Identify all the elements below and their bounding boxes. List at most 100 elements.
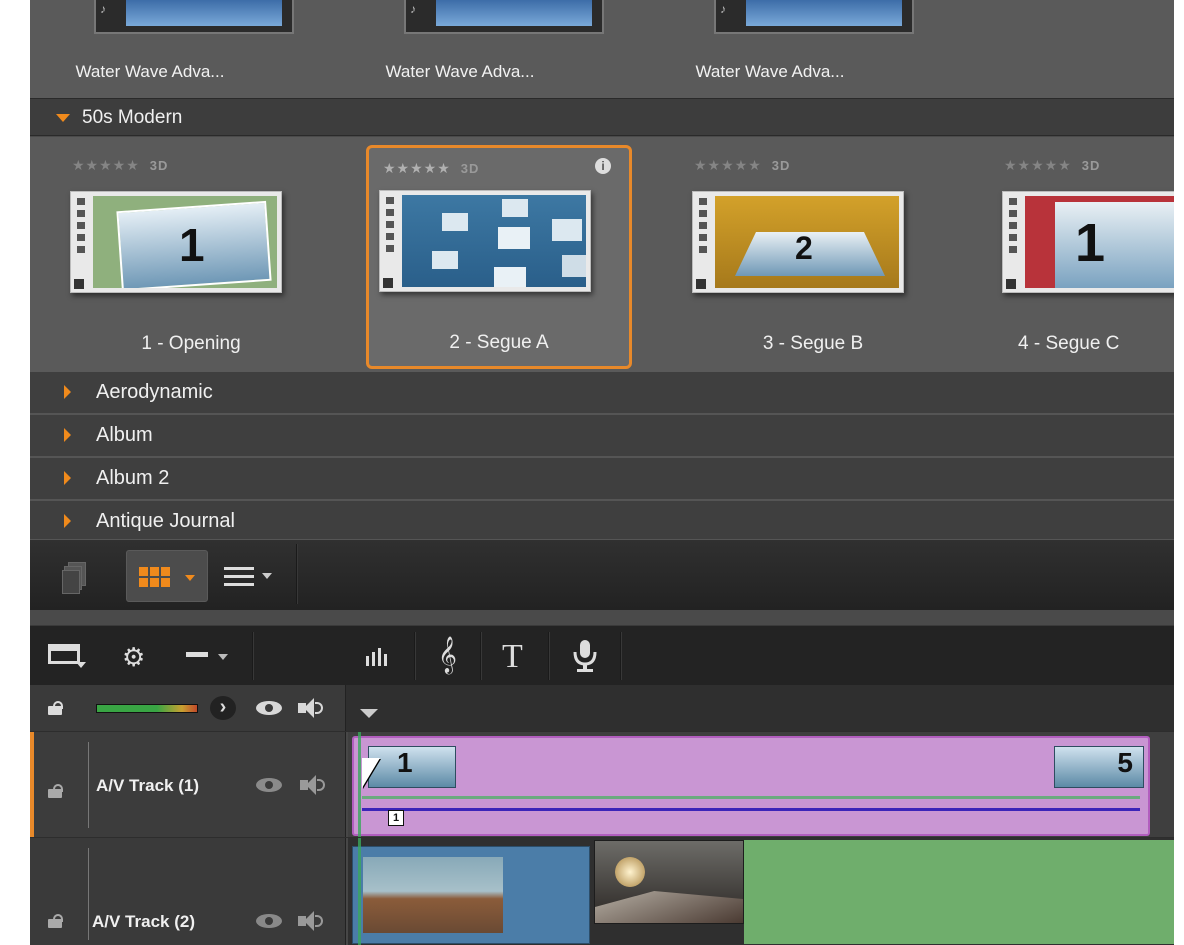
star-rating[interactable]: ★★★★★ 3D: [694, 157, 790, 174]
timeline-toolbar: ⚙ 𝄞 T: [30, 625, 1174, 685]
star-rating[interactable]: ★★★★★ 3D: [383, 160, 479, 177]
theme-clip[interactable]: 1 5 1: [352, 736, 1150, 836]
library-item[interactable]: ♪ Water Wave Adva...: [50, 0, 294, 98]
theme-number: 2: [795, 230, 813, 266]
library-item-label: Water Wave Adva...: [385, 62, 535, 81]
category-label: Album: [96, 424, 153, 446]
theme-thumbnail: [379, 190, 591, 292]
library-item-label: Water Wave Adva...: [75, 62, 225, 81]
library-top-row: ♪ Water Wave Adva... ♪ Water Wave Adva..…: [30, 0, 1174, 98]
video-clip-sunset[interactable]: [594, 840, 744, 924]
lock-icon[interactable]: [48, 701, 64, 715]
category-row-album-2[interactable]: Album 2: [30, 458, 1174, 501]
edit-mode-button[interactable]: [180, 632, 240, 678]
track-name: A/V Track (2): [92, 912, 195, 931]
eye-icon[interactable]: [256, 914, 282, 928]
info-icon[interactable]: i: [595, 158, 611, 174]
text-icon: T: [502, 638, 523, 675]
track-av-1: A/V Track (1) 1 5 1: [30, 731, 1174, 837]
filmstrip-icon: [1003, 192, 1023, 292]
thumbnail-view-button[interactable]: [126, 550, 208, 602]
clip-marker[interactable]: 1: [388, 810, 404, 826]
ripple-icon: [186, 652, 208, 657]
music-button[interactable]: 𝄞: [430, 632, 470, 678]
speaker-icon[interactable]: [298, 911, 324, 931]
volume-meter: [96, 704, 198, 713]
eye-icon[interactable]: [256, 701, 282, 715]
category-row-album[interactable]: Album: [30, 415, 1174, 458]
stack-icon[interactable]: [62, 562, 86, 594]
lock-icon[interactable]: [48, 784, 64, 798]
speaker-icon[interactable]: [300, 775, 326, 795]
eye-icon[interactable]: [256, 778, 282, 792]
chevron-right-icon[interactable]: ›: [210, 696, 236, 720]
filmstrip-icon: [380, 191, 400, 291]
track-header[interactable]: A/V Track (1): [30, 732, 346, 837]
lock-icon[interactable]: [48, 914, 64, 928]
category-header-50s-modern[interactable]: 50s Modern: [30, 98, 1174, 136]
theme-number: 1: [1075, 213, 1106, 273]
library-item-thumbnail: ♪: [94, 0, 294, 34]
chevron-down-icon: [76, 662, 86, 668]
settings-button[interactable]: ⚙: [120, 632, 160, 678]
track-layout-button[interactable]: [46, 632, 90, 678]
theme-item-opening[interactable]: ★★★★★ 3D 1 1 - Opening: [58, 145, 324, 369]
category-row-aerodynamic[interactable]: Aerodynamic: [30, 372, 1174, 415]
chevron-down-icon: [262, 573, 272, 579]
title-button[interactable]: T: [496, 632, 536, 678]
category-label: Album 2: [96, 467, 170, 489]
theme-label: 1 - Opening: [141, 333, 241, 354]
star-rating[interactable]: ★★★★★ 3D: [72, 157, 168, 174]
library-item[interactable]: ♪ Water Wave Adva...: [360, 0, 604, 98]
playhead-handle[interactable]: [360, 709, 378, 718]
speaker-icon[interactable]: [298, 698, 324, 718]
expand-arrow-icon[interactable]: [64, 471, 71, 485]
track-content: 1 5 1: [348, 732, 1174, 837]
track-content: [348, 838, 1174, 945]
audio-mixer-button[interactable]: [360, 632, 400, 678]
theme-item-segue-b[interactable]: ★★★★★ 3D 2 3 - Segue B: [680, 145, 946, 369]
library-item-label: Water Wave Adva...: [695, 62, 845, 81]
voiceover-button[interactable]: [566, 632, 606, 678]
star-rating[interactable]: ★★★★★ 3D: [1004, 157, 1100, 174]
library-item-thumbnail: ♪: [404, 0, 604, 34]
expand-arrow-icon[interactable]: [64, 428, 71, 442]
mouse-cursor-icon: [362, 758, 380, 788]
grid-view-icon: [139, 567, 171, 587]
library-item[interactable]: ♪ Water Wave Adva...: [670, 0, 914, 98]
category-label: Aerodynamic: [96, 381, 213, 403]
theme-item-segue-a[interactable]: ★★★★★ 3D i 2 - Segue A: [366, 145, 632, 369]
category-row-antique-journal[interactable]: Antique Journal: [30, 501, 1174, 541]
3d-badge: 3D: [771, 158, 791, 173]
library-view-toolbar: [30, 540, 1174, 610]
master-track-controls: ›: [30, 685, 346, 731]
audio-mixer-icon: [366, 648, 387, 666]
filmstrip-icon: [71, 192, 91, 292]
collapse-arrow-icon[interactable]: [56, 114, 70, 122]
theme-icon: ♪: [720, 2, 726, 16]
theme-grid: ★★★★★ 3D 1 1 - Opening ★★★★★ 3D i 2 - Se…: [30, 137, 1174, 372]
theme-label: 2 - Segue A: [449, 332, 549, 353]
green-clip[interactable]: [744, 840, 1174, 944]
theme-item-segue-c[interactable]: ★★★★★ 3D 1 4 - Segue C: [990, 145, 1174, 369]
clip-start-number: 1: [368, 746, 456, 788]
list-view-button[interactable]: [216, 550, 286, 602]
playhead-line: [358, 838, 361, 945]
expand-arrow-icon[interactable]: [64, 385, 71, 399]
treble-clef-icon: 𝄞: [438, 636, 457, 672]
track-header[interactable]: A/V Track (2): [30, 838, 346, 945]
audio-line: [362, 808, 1140, 811]
video-clip-horses[interactable]: [352, 846, 590, 944]
3d-badge: 3D: [1081, 158, 1101, 173]
3d-badge: 3D: [460, 161, 480, 176]
gear-icon: ⚙: [122, 642, 146, 672]
3d-badge: 3D: [149, 158, 169, 173]
expand-arrow-icon[interactable]: [64, 514, 71, 528]
theme-icon: ♪: [100, 2, 106, 16]
microphone-icon: [573, 640, 597, 672]
track-av-2: A/V Track (2): [30, 837, 1174, 945]
clip-end-number: 5: [1054, 746, 1144, 788]
theme-icon: ♪: [410, 2, 416, 16]
library-item-thumbnail: ♪: [714, 0, 914, 34]
theme-thumbnail: 2: [692, 191, 904, 293]
